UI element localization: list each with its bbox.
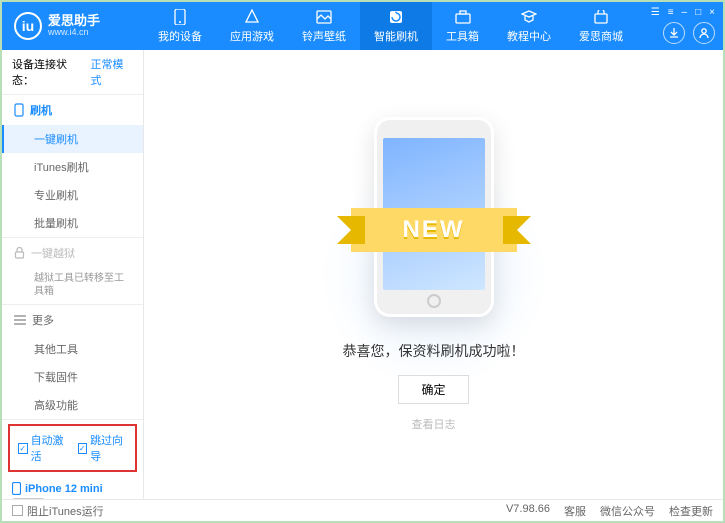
nav-ringtone-wallpaper[interactable]: 铃声壁纸 — [288, 2, 360, 50]
footer: 阻止iTunes运行 V7.98.66 客服 微信公众号 检查更新 — [2, 499, 723, 521]
nav-apps-games[interactable]: 应用游戏 — [216, 2, 288, 50]
success-message: 恭喜您，保资料刷机成功啦！ — [343, 341, 525, 361]
nav-store[interactable]: 爱思商城 — [565, 2, 637, 50]
toolbox-icon — [455, 9, 471, 25]
ok-button[interactable]: 确定 — [398, 375, 468, 404]
phone-icon — [172, 9, 188, 25]
main-nav: 我的设备 应用游戏 铃声壁纸 智能刷机 工具箱 教程中心 爱思商城 — [144, 2, 637, 50]
close-button[interactable]: × — [709, 7, 715, 18]
block-itunes-label: 阻止iTunes运行 — [27, 503, 104, 519]
nav-smart-flash[interactable]: 智能刷机 — [360, 2, 432, 50]
sidebar-item-batch-flash[interactable]: 批量刷机 — [2, 209, 143, 237]
options-highlight-box: ✓自动激活 ✓跳过向导 — [8, 424, 137, 472]
store-icon — [593, 9, 609, 25]
sidebar-head-more[interactable]: 更多 — [2, 305, 143, 335]
nav-tutorials[interactable]: 教程中心 — [493, 2, 565, 50]
app-title: 爱思助手 — [48, 14, 100, 27]
nav-toolbox[interactable]: 工具箱 — [432, 2, 493, 50]
logo-area: iu 爱思助手 www.i4.cn — [2, 12, 144, 40]
jailbreak-note: 越狱工具已转移至工具箱 — [2, 268, 143, 304]
footer-service[interactable]: 客服 — [564, 503, 586, 519]
nav-label: 教程中心 — [507, 28, 551, 44]
phone-home-button — [427, 294, 441, 308]
checkbox-icon: ✓ — [18, 443, 28, 454]
apps-icon — [244, 9, 260, 25]
checkbox-label: 跳过向导 — [90, 432, 127, 464]
app-subtitle: www.i4.cn — [48, 27, 100, 38]
phone-tiny-icon — [12, 482, 21, 495]
sidebar-head-label: 刷机 — [30, 102, 52, 118]
sidebar-item-other-tools[interactable]: 其他工具 — [2, 335, 143, 363]
user-button[interactable] — [693, 22, 715, 44]
nav-label: 爱思商城 — [579, 28, 623, 44]
sidebar-item-download-firmware[interactable]: 下载固件 — [2, 363, 143, 391]
conn-label: 设备连接状态： — [12, 56, 86, 88]
checkbox-block-itunes[interactable] — [12, 505, 23, 516]
logo-icon: iu — [14, 12, 42, 40]
nav-label: 智能刷机 — [374, 28, 418, 44]
lock-icon — [14, 247, 25, 259]
tutorial-icon — [521, 9, 537, 25]
download-button[interactable] — [663, 22, 685, 44]
checkbox-icon: ✓ — [78, 443, 88, 454]
version-label: V7.98.66 — [506, 503, 550, 519]
titlebar-controls: ☰ ≡ – □ × — [643, 2, 723, 22]
checkbox-label: 自动激活 — [31, 432, 68, 464]
footer-check-update[interactable]: 检查更新 — [669, 503, 713, 519]
more-icon — [14, 315, 26, 325]
sidebar-head-label: 更多 — [32, 312, 54, 328]
nav-label: 工具箱 — [446, 28, 479, 44]
device-info[interactable]: iPhone 12 mini 64GB Down-12mini-13,1 — [2, 476, 143, 499]
app-header: iu 爱思助手 www.i4.cn 我的设备 应用游戏 铃声壁纸 智能刷机 工具… — [2, 2, 723, 50]
minimize-button[interactable]: – — [682, 7, 688, 18]
sidebar-head-flash[interactable]: 刷机 — [2, 95, 143, 125]
maximize-button[interactable]: □ — [695, 7, 701, 18]
sidebar-item-itunes-flash[interactable]: iTunes刷机 — [2, 153, 143, 181]
nav-label: 铃声壁纸 — [302, 28, 346, 44]
sidebar-head-jailbreak[interactable]: 一键越狱 — [2, 238, 143, 268]
device-name: iPhone 12 mini — [12, 482, 133, 495]
flash-icon — [388, 9, 404, 25]
view-log-link[interactable]: 查看日志 — [412, 416, 456, 432]
phone-illustration: NEW — [374, 117, 494, 317]
footer-wechat[interactable]: 微信公众号 — [600, 503, 655, 519]
main-content: NEW 恭喜您，保资料刷机成功啦！ 确定 查看日志 — [144, 50, 723, 499]
connection-status: 设备连接状态： 正常模式 — [2, 50, 143, 95]
device-name-text: iPhone 12 mini — [25, 483, 103, 495]
nav-label: 应用游戏 — [230, 28, 274, 44]
checkbox-auto-activate[interactable]: ✓自动激活 — [18, 432, 68, 464]
new-ribbon: NEW — [351, 208, 517, 252]
sidebar: 设备连接状态： 正常模式 刷机 一键刷机 iTunes刷机 专业刷机 批量刷机 … — [2, 50, 144, 499]
phone-small-icon — [14, 103, 24, 117]
menu-icon[interactable]: ☰ — [651, 7, 660, 18]
sidebar-item-advanced[interactable]: 高级功能 — [2, 391, 143, 419]
wallpaper-icon — [316, 9, 332, 25]
sidebar-item-oneclick-flash[interactable]: 一键刷机 — [2, 125, 143, 153]
nav-label: 我的设备 — [158, 28, 202, 44]
sidebar-item-pro-flash[interactable]: 专业刷机 — [2, 181, 143, 209]
nav-my-device[interactable]: 我的设备 — [144, 2, 216, 50]
conn-value: 正常模式 — [90, 56, 133, 88]
list-icon[interactable]: ≡ — [668, 7, 674, 18]
sidebar-head-label: 一键越狱 — [31, 245, 75, 261]
checkbox-skip-guide[interactable]: ✓跳过向导 — [78, 432, 128, 464]
device-storage-badge: 64GB — [12, 498, 45, 499]
